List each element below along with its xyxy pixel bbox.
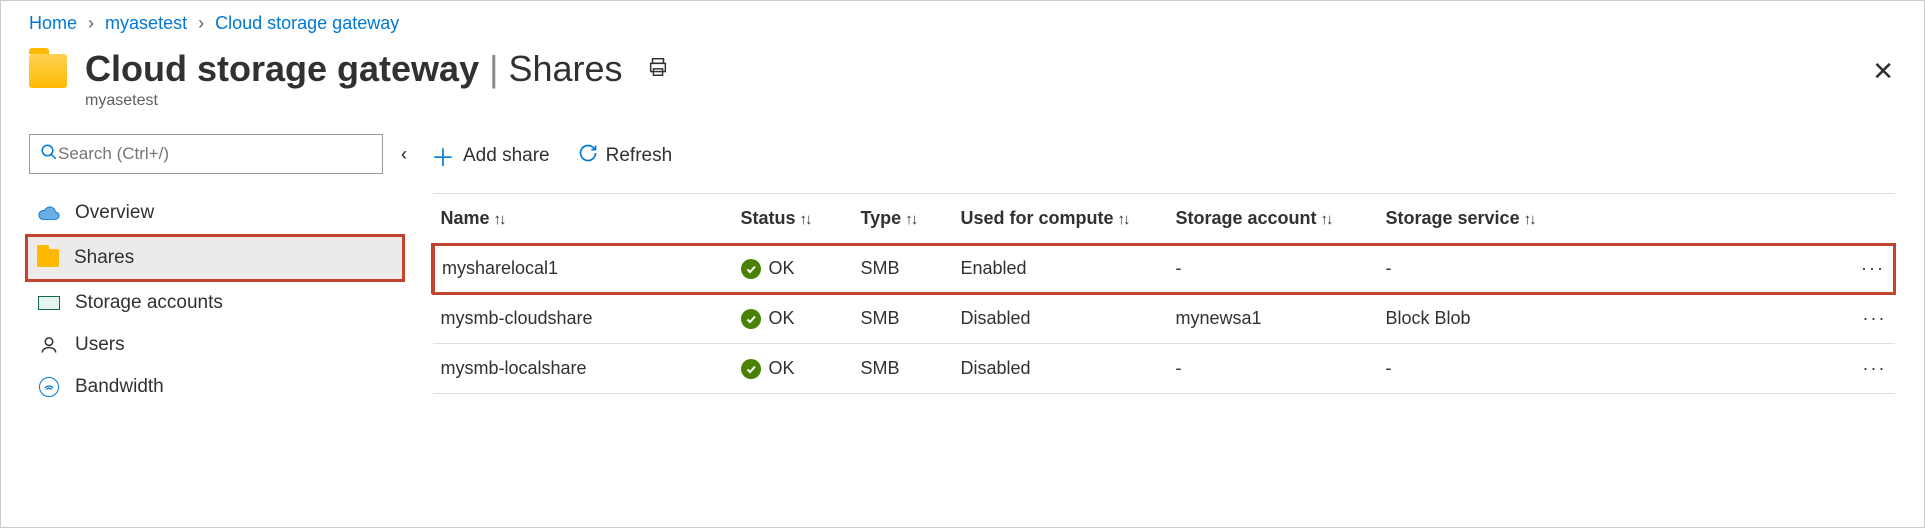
more-options-icon[interactable]: ··· xyxy=(1845,244,1895,294)
table-row[interactable]: mysmb-localshare OK SMB Disabled - - ··· xyxy=(433,344,1895,394)
sidebar-item-label: Storage accounts xyxy=(75,292,223,314)
sidebar-item-overview[interactable]: Overview xyxy=(29,192,401,234)
page-title: Cloud storage gateway | Shares xyxy=(85,48,623,90)
cell-type: SMB xyxy=(853,294,953,344)
chevron-right-icon: › xyxy=(88,13,94,33)
sidebar-item-label: Bandwidth xyxy=(75,376,164,398)
ok-icon xyxy=(741,259,761,279)
command-bar: ＋ Add share Refresh xyxy=(431,134,1896,193)
sidebar-item-bandwidth[interactable]: Bandwidth xyxy=(29,366,401,408)
table-row[interactable]: mysmb-cloudshare OK SMB Disabled mynewsa… xyxy=(433,294,1895,344)
sort-icon: ↑↓ xyxy=(905,211,916,228)
column-header-status[interactable]: Status↑↓ xyxy=(733,194,853,244)
sidebar-item-users[interactable]: Users xyxy=(29,324,401,366)
cell-type: SMB xyxy=(853,244,953,294)
cell-compute: Enabled xyxy=(953,244,1168,294)
search-box[interactable] xyxy=(29,134,383,174)
sort-icon: ↑↓ xyxy=(1321,211,1332,228)
plus-icon: ＋ xyxy=(431,138,455,173)
ok-icon xyxy=(741,309,761,329)
cell-name: mysmb-cloudshare xyxy=(433,294,733,344)
refresh-icon xyxy=(578,143,598,169)
cell-status: OK xyxy=(741,358,845,379)
sidebar-item-label: Overview xyxy=(75,202,154,224)
main-content: ＋ Add share Refresh Name↑↓ Status↑↓ Type… xyxy=(411,134,1924,408)
sidebar-item-storage-accounts[interactable]: Storage accounts xyxy=(29,282,401,324)
more-options-icon[interactable]: ··· xyxy=(1845,294,1895,344)
sidebar-item-shares[interactable]: Shares xyxy=(25,234,405,282)
sidebar: ‹‹ Overview Shares Storage accounts xyxy=(1,134,411,408)
sort-icon: ↑↓ xyxy=(800,211,811,228)
cell-name: mysharelocal1 xyxy=(433,244,733,294)
user-icon xyxy=(37,335,61,355)
sidebar-item-label: Shares xyxy=(74,247,134,269)
print-icon[interactable] xyxy=(647,56,669,83)
cell-compute: Disabled xyxy=(953,344,1168,394)
column-header-name[interactable]: Name↑↓ xyxy=(433,194,733,244)
column-header-service[interactable]: Storage service↑↓ xyxy=(1378,194,1845,244)
refresh-label: Refresh xyxy=(606,145,673,167)
more-options-icon[interactable]: ··· xyxy=(1845,344,1895,394)
folder-icon xyxy=(36,249,60,267)
cell-account: - xyxy=(1168,344,1378,394)
sort-icon: ↑↓ xyxy=(494,211,505,228)
cloud-icon xyxy=(37,205,61,221)
search-icon xyxy=(40,143,58,166)
cell-status: OK xyxy=(741,308,845,329)
column-header-account[interactable]: Storage account↑↓ xyxy=(1168,194,1378,244)
cell-service: - xyxy=(1378,244,1845,294)
cell-status: OK xyxy=(741,258,845,279)
table-row[interactable]: mysharelocal1 OK SMB Enabled - - ··· xyxy=(433,244,1895,294)
bandwidth-icon xyxy=(37,377,61,397)
add-share-label: Add share xyxy=(463,145,550,167)
refresh-button[interactable]: Refresh xyxy=(578,143,673,169)
sidebar-item-label: Users xyxy=(75,334,125,356)
breadcrumb: Home › myasetest › Cloud storage gateway xyxy=(1,1,1924,40)
breadcrumb-link[interactable]: Home xyxy=(29,13,77,33)
chevron-right-icon: › xyxy=(198,13,204,33)
subtitle: myasetest xyxy=(85,92,669,110)
close-icon[interactable]: ✕ xyxy=(1872,58,1894,84)
add-share-button[interactable]: ＋ Add share xyxy=(431,138,550,173)
sort-icon: ↑↓ xyxy=(1524,211,1535,228)
cell-service: Block Blob xyxy=(1378,294,1845,344)
cell-service: - xyxy=(1378,344,1845,394)
column-header-compute[interactable]: Used for compute↑↓ xyxy=(953,194,1168,244)
cell-type: SMB xyxy=(853,344,953,394)
cell-compute: Disabled xyxy=(953,294,1168,344)
shares-table: Name↑↓ Status↑↓ Type↑↓ Used for compute↑… xyxy=(431,193,1896,394)
column-header-type[interactable]: Type↑↓ xyxy=(853,194,953,244)
sort-icon: ↑↓ xyxy=(1118,211,1129,228)
cell-account: - xyxy=(1168,244,1378,294)
page-header: Cloud storage gateway | Shares myasetest… xyxy=(1,40,1924,134)
disk-icon xyxy=(37,296,61,310)
breadcrumb-link[interactable]: myasetest xyxy=(105,13,187,33)
search-input[interactable] xyxy=(58,144,372,164)
cell-name: mysmb-localshare xyxy=(433,344,733,394)
breadcrumb-link[interactable]: Cloud storage gateway xyxy=(215,13,399,33)
cell-account: mynewsa1 xyxy=(1168,294,1378,344)
ok-icon xyxy=(741,359,761,379)
folder-icon xyxy=(29,54,67,88)
